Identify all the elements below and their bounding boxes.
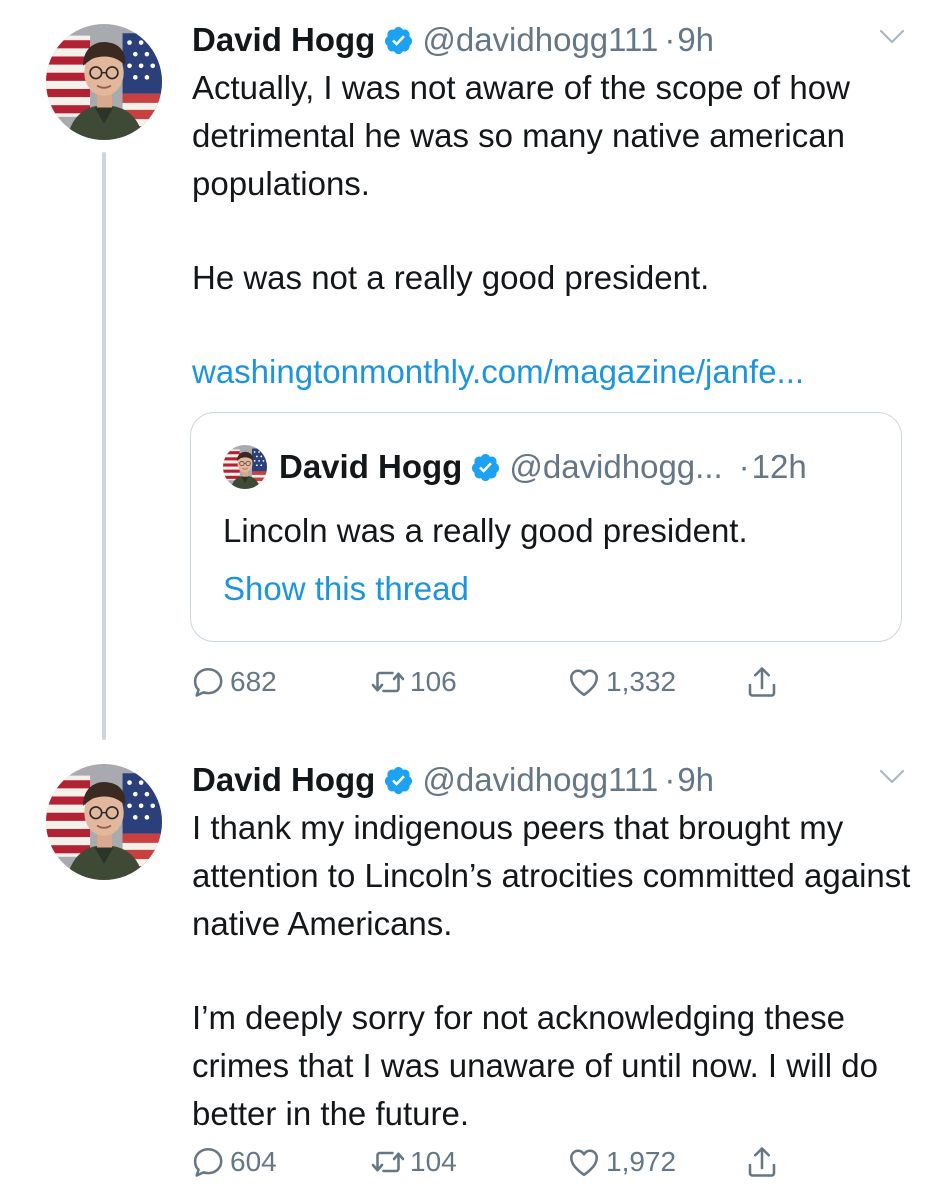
tweet-text: I thank my indigenous peers that brought… — [192, 804, 912, 1138]
separator-dot: · — [738, 448, 750, 485]
show-thread-link[interactable]: Show this thread — [223, 567, 469, 611]
retweet-count: 106 — [410, 666, 457, 697]
tweet[interactable]: David Hogg @davidhogg111 · 9h Actually, … — [0, 0, 949, 740]
quoted-tweet-text: Lincoln was a really good president. — [223, 512, 748, 549]
verified-badge-icon — [383, 765, 414, 796]
avatar — [223, 445, 267, 489]
retweet-button[interactable]: 106 — [370, 660, 457, 704]
quoted-tweet[interactable]: David Hogg @davidhogg... · 12h Lincoln w… — [190, 412, 902, 642]
tweet[interactable]: David Hogg @davidhogg111 · 9h I thank my… — [0, 740, 949, 1200]
reply-button[interactable]: 682 — [190, 660, 277, 704]
tweet-header: David Hogg @davidhogg111 · 9h — [192, 18, 714, 62]
tweet-header: David Hogg @davidhogg111 · 9h — [192, 758, 714, 802]
retweet-icon — [370, 1144, 406, 1180]
profile-photo — [46, 764, 162, 880]
tweet-text: Actually, I was not aware of the scope o… — [192, 64, 912, 396]
quoted-tweet-header: David Hogg @davidhogg... · 12h — [223, 447, 807, 487]
reply-icon — [190, 664, 226, 700]
avatar[interactable] — [46, 24, 162, 140]
tweet-link[interactable]: washingtonmonthly.com/magazine/janfe... — [192, 348, 912, 396]
retweet-count: 104 — [410, 1146, 457, 1177]
tweet-paragraph: He was not a really good president. — [192, 259, 710, 296]
like-button[interactable]: 1,332 — [566, 660, 676, 704]
reply-button[interactable]: 604 — [190, 1140, 277, 1184]
like-count: 1,332 — [606, 666, 677, 697]
heart-icon — [566, 664, 602, 700]
share-icon — [744, 664, 780, 700]
share-button[interactable] — [744, 660, 784, 704]
share-button[interactable] — [744, 1140, 784, 1184]
display-name[interactable]: David Hogg — [192, 761, 375, 799]
thread-connector-line — [102, 152, 106, 740]
profile-photo — [46, 24, 162, 140]
separator-dot: · — [664, 21, 676, 58]
display-name[interactable]: David Hogg — [192, 21, 375, 59]
verified-badge-icon — [470, 452, 501, 483]
timeline: David Hogg @davidhogg111 · 9h Actually, … — [0, 0, 949, 1200]
tweet-paragraph: I thank my indigenous peers that brought… — [192, 809, 911, 942]
profile-photo — [223, 445, 267, 489]
chevron-down-icon[interactable] — [879, 28, 905, 46]
user-handle[interactable]: @davidhogg111 — [422, 761, 658, 799]
like-count: 1,972 — [606, 1146, 677, 1177]
user-handle[interactable]: @davidhogg111 — [422, 21, 658, 59]
reply-icon — [190, 1144, 226, 1180]
timestamp[interactable]: 9h — [677, 21, 714, 59]
avatar[interactable] — [46, 764, 162, 880]
like-button[interactable]: 1,972 — [566, 1140, 676, 1184]
share-icon — [744, 1144, 780, 1180]
timestamp: 12h — [751, 448, 807, 485]
timestamp[interactable]: 9h — [677, 761, 714, 799]
tweet-paragraph: I’m deeply sorry for not acknowledging t… — [192, 999, 878, 1132]
separator-dot: · — [664, 761, 676, 798]
display-name: David Hogg — [279, 448, 463, 485]
tweet-actions: 604 104 1,972 — [190, 1140, 910, 1184]
verified-badge-icon — [383, 25, 414, 56]
user-handle: @davidhogg... — [509, 448, 723, 485]
chevron-down-icon[interactable] — [879, 768, 905, 786]
reply-count: 604 — [230, 1146, 277, 1177]
tweet-actions: 682 106 1,332 — [190, 660, 910, 704]
heart-icon — [566, 1144, 602, 1180]
retweet-button[interactable]: 104 — [370, 1140, 457, 1184]
reply-count: 682 — [230, 666, 277, 697]
tweet-paragraph: Actually, I was not aware of the scope o… — [192, 69, 850, 202]
retweet-icon — [370, 664, 406, 700]
